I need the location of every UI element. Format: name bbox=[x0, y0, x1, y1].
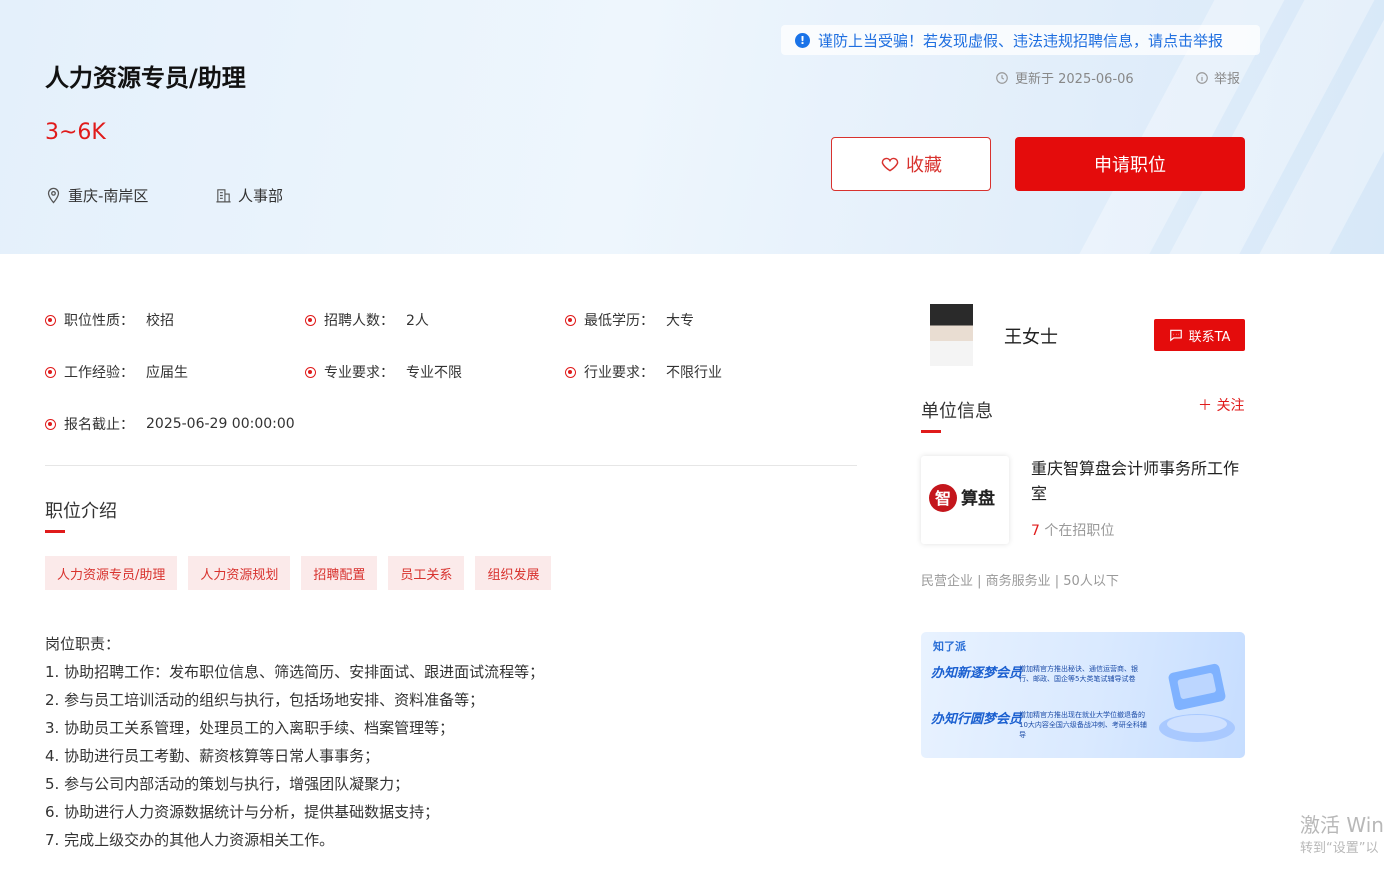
bullet-icon bbox=[565, 314, 576, 326]
promo-banner[interactable]: 知了派 办知新逐梦会员 增加精官方推出秘诀、通信运营商、银行、邮政、国企等5大类… bbox=[921, 632, 1245, 758]
location-pin-icon bbox=[47, 187, 60, 204]
clock-icon bbox=[996, 71, 1008, 84]
skill-tag[interactable]: 人力资源规划 bbox=[188, 556, 291, 590]
attr-item: 行业要求： 不限行业 bbox=[565, 362, 722, 382]
attr-value: 不限行业 bbox=[666, 365, 722, 381]
attr-value: 2人 bbox=[406, 313, 429, 329]
building-icon bbox=[216, 189, 231, 203]
attr-value: 专业不限 bbox=[406, 365, 462, 381]
bullet-icon bbox=[45, 418, 56, 430]
description-line: 6. 协助进行人力资源数据统计与分析，提供基础数据支持； bbox=[45, 803, 440, 821]
chat-icon bbox=[1169, 329, 1182, 342]
description-line: 2. 参与员工培训活动的组织与执行，包括场地安排、资料准备等； bbox=[45, 691, 485, 709]
skill-tags: 人力资源专员/助理 人力资源规划 招聘配置 员工关系 组织发展 bbox=[45, 556, 552, 590]
favorite-button[interactable]: 收藏 bbox=[831, 137, 991, 191]
description-line: 3. 协助员工关系管理，处理员工的入离职手续、档案管理等； bbox=[45, 719, 455, 737]
skill-tag[interactable]: 招聘配置 bbox=[301, 556, 378, 590]
job-location: 重庆-南岸区 bbox=[45, 185, 148, 206]
bullet-icon bbox=[305, 366, 316, 378]
description-line: 岗位职责： bbox=[45, 635, 121, 653]
activation-watermark-sub: 转到“设置”以 bbox=[1300, 841, 1379, 856]
description-line: 4. 协助进行员工考勤、薪资核算等日常人事事务； bbox=[45, 747, 380, 765]
skill-tag[interactable]: 人力资源专员/助理 bbox=[45, 556, 178, 590]
job-title: 人力资源专员/助理 bbox=[45, 64, 246, 92]
job-description: 岗位职责： 1. 协助招聘工作：发布职位信息、筛选简历、安排面试、跟进面试流程等… bbox=[45, 630, 544, 854]
banner-illustration bbox=[1159, 663, 1235, 742]
contact-button-label: 联系TA bbox=[1188, 329, 1231, 345]
attr-label: 工作经验： bbox=[64, 365, 134, 381]
contact-button[interactable]: 联系TA bbox=[1154, 319, 1245, 351]
bullet-icon bbox=[305, 314, 316, 326]
bullet-icon bbox=[565, 366, 576, 378]
activation-watermark: 激活 Win bbox=[1300, 813, 1384, 837]
open-positions-count: 7 bbox=[1031, 523, 1040, 539]
update-time: 更新于 2025-06-06 bbox=[995, 68, 1134, 87]
job-location-text: 重庆-南岸区 bbox=[68, 187, 149, 205]
attr-item: 最低学历： 大专 bbox=[565, 310, 694, 330]
attr-value: 校招 bbox=[146, 313, 174, 329]
report-link[interactable]: 举报 bbox=[1195, 68, 1240, 87]
bullet-icon bbox=[45, 366, 56, 378]
follow-button-label: 关注 bbox=[1216, 398, 1245, 414]
favorite-button-label: 收藏 bbox=[906, 155, 942, 176]
apply-button[interactable]: 申请职位 bbox=[1015, 137, 1245, 191]
description-line: 1. 协助招聘工作：发布职位信息、筛选简历、安排面试、跟进面试流程等； bbox=[45, 663, 545, 681]
banner-text2: 增加精官方推出现在就业大学位撤退备的10大内容全国六级备战冲刺、考研全科辅导 bbox=[1019, 711, 1147, 739]
attr-item: 工作经验： 应届生 bbox=[45, 362, 188, 382]
job-department-text: 人事部 bbox=[238, 187, 284, 205]
svg-text:智: 智 bbox=[935, 489, 951, 508]
attr-label: 行业要求： bbox=[584, 365, 654, 381]
attr-value: 大专 bbox=[666, 313, 694, 329]
banner-line2: 办知行圆梦会员 bbox=[931, 712, 1023, 727]
skill-tag[interactable]: 员工关系 bbox=[388, 556, 465, 590]
skill-tag[interactable]: 组织发展 bbox=[475, 556, 552, 590]
recruiter-avatar bbox=[930, 304, 973, 366]
attr-label: 招聘人数： bbox=[324, 313, 394, 329]
follow-button[interactable]: ＋ 关注 bbox=[1198, 395, 1244, 415]
fraud-warning-text: 谨防上当受骗！若发现虚假、违法违规招聘信息，请点击举报 bbox=[818, 31, 1224, 50]
fraud-warning[interactable]: ! 谨防上当受骗！若发现虚假、违法违规招聘信息，请点击举报 bbox=[781, 25, 1260, 55]
report-link-text: 举报 bbox=[1214, 72, 1241, 87]
attr-label: 最低学历： bbox=[584, 313, 654, 329]
open-positions-label: 个在招职位 bbox=[1039, 523, 1115, 539]
attr-item: 报名截止： 2025-06-29 00:00:00 bbox=[45, 414, 295, 434]
recruiter-name: 王女士 bbox=[1004, 327, 1058, 348]
job-department: 人事部 bbox=[215, 185, 283, 206]
description-line: 5. 参与公司内部活动的策划与执行，增强团队凝聚力； bbox=[45, 775, 410, 793]
company-section-title: 单位信息 bbox=[921, 397, 993, 433]
update-time-text: 更新于 2025-06-06 bbox=[1015, 72, 1134, 87]
attr-value: 应届生 bbox=[146, 365, 188, 381]
open-positions[interactable]: 7 个在招职位 bbox=[1031, 520, 1114, 540]
intro-title: 职位介绍 bbox=[45, 497, 117, 533]
report-info-icon bbox=[1196, 71, 1208, 84]
company-logo[interactable]: 智 算盘 bbox=[921, 456, 1009, 544]
bullet-icon bbox=[45, 314, 56, 326]
description-line: 7. 完成上级交办的其他人力资源相关工作。 bbox=[45, 831, 335, 849]
info-icon: ! bbox=[795, 32, 810, 48]
plus-icon: ＋ bbox=[1198, 398, 1212, 414]
company-logo-mark: 智 算盘 bbox=[929, 484, 995, 512]
attr-label: 职位性质： bbox=[64, 313, 134, 329]
company-name[interactable]: 重庆智算盘会计师事务所工作室 bbox=[1031, 456, 1245, 506]
attr-label: 报名截止： bbox=[64, 417, 134, 433]
attr-label: 专业要求： bbox=[324, 365, 394, 381]
job-salary: 3~6K bbox=[45, 120, 106, 145]
heart-icon bbox=[881, 157, 899, 172]
banner-line1: 办知新逐梦会员 bbox=[931, 666, 1023, 681]
attr-item: 专业要求： 专业不限 bbox=[305, 362, 462, 382]
attr-value: 2025-06-29 00:00:00 bbox=[146, 416, 295, 432]
attr-item: 职位性质： 校招 bbox=[45, 310, 174, 330]
svg-text:算盘: 算盘 bbox=[960, 488, 995, 509]
divider bbox=[45, 465, 857, 466]
attr-item: 招聘人数： 2人 bbox=[305, 310, 429, 330]
company-tags: 民营企业 | 商务服务业 | 50人以下 bbox=[921, 574, 1119, 589]
banner-text1: 增加精官方推出秘诀、通信运营商、银行、邮政、国企等5大类笔试辅导试卷 bbox=[1019, 665, 1138, 683]
banner-brand: 知了派 bbox=[933, 640, 966, 653]
